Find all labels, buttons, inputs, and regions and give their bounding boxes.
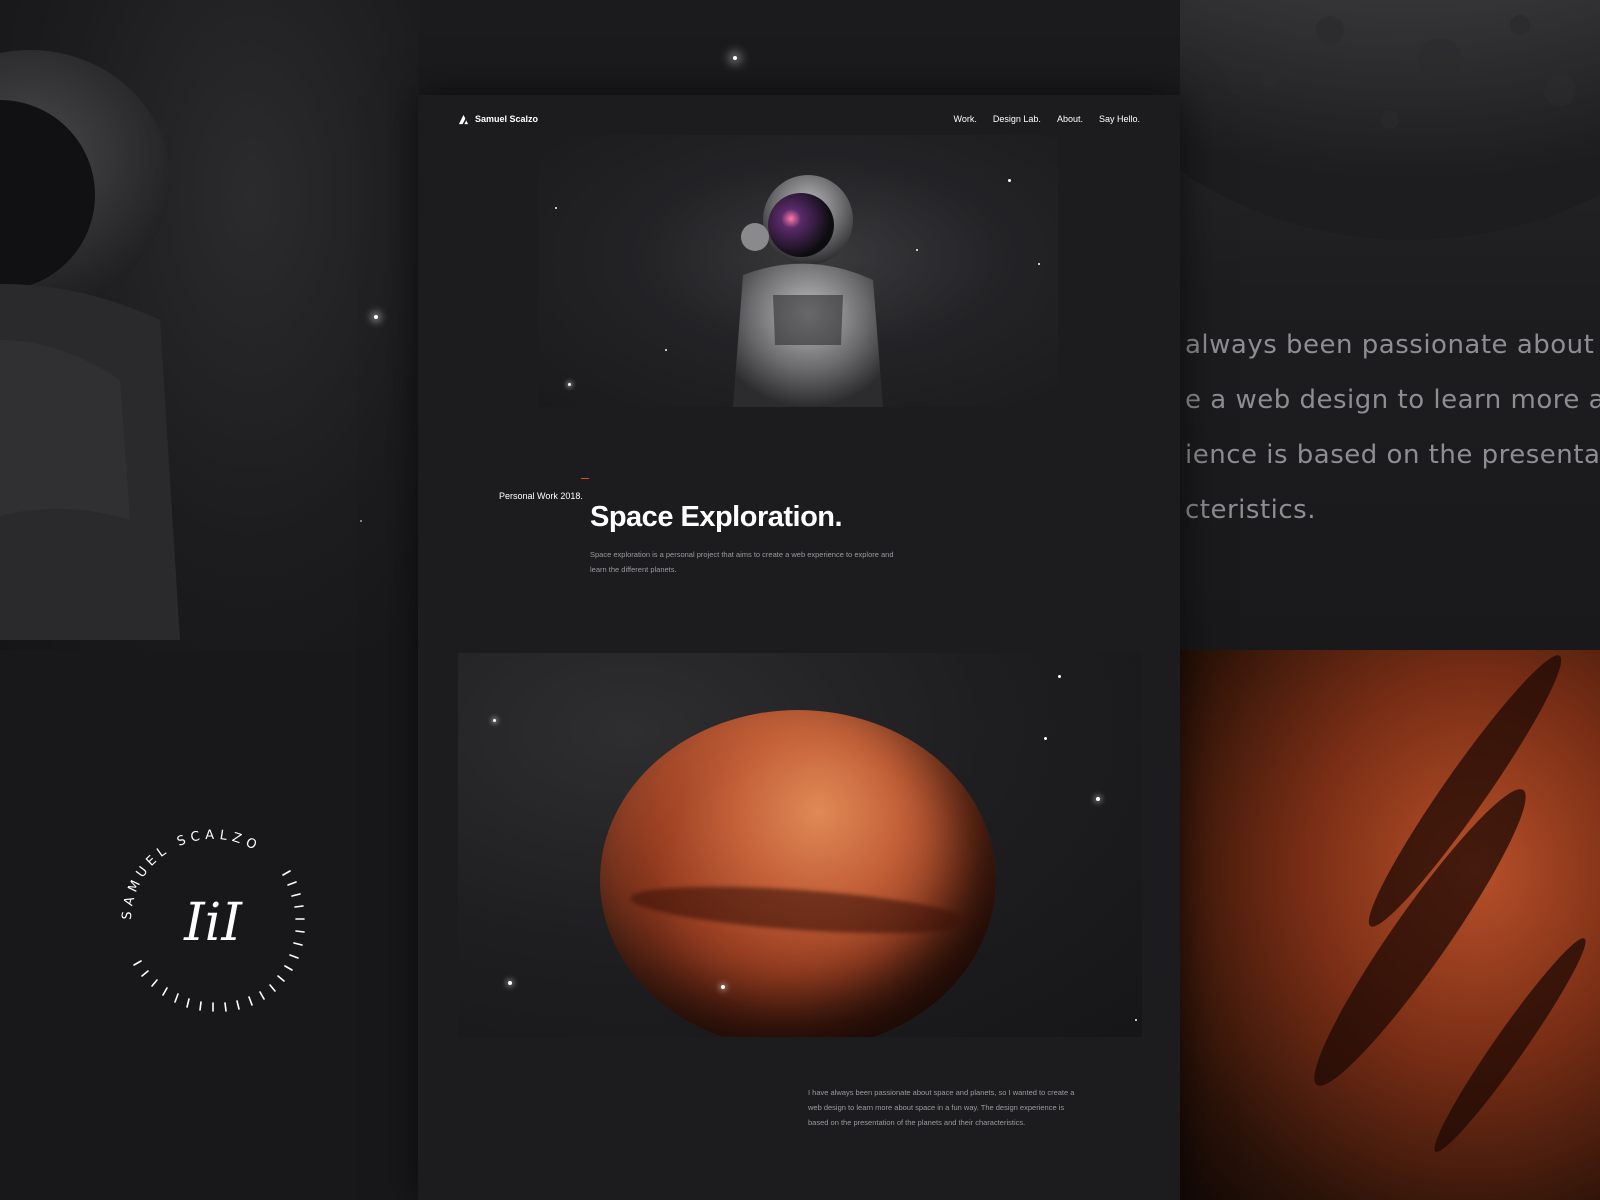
star xyxy=(508,981,512,985)
star xyxy=(568,383,571,386)
background-quote: always been passionate about e a web des… xyxy=(1185,318,1600,538)
nav-item-work[interactable]: Work. xyxy=(954,114,977,124)
top-navigation: Samuel Scalzo Work. Design Lab. About. S… xyxy=(458,107,1140,131)
backdrop-astronaut-panel xyxy=(0,0,418,650)
astronaut-silhouette-icon xyxy=(0,50,180,640)
brand[interactable]: Samuel Scalzo xyxy=(458,114,538,125)
mars-planet xyxy=(600,710,996,1037)
brand-logo-icon xyxy=(458,114,469,124)
star xyxy=(1058,675,1061,678)
star xyxy=(665,349,667,351)
story-text: I have always been passionate about spac… xyxy=(808,1088,1075,1127)
page-title: Space Exploration. xyxy=(590,501,843,533)
brand-name: Samuel Scalzo xyxy=(475,114,539,124)
star xyxy=(1008,179,1011,182)
website-page: Samuel Scalzo Work. Design Lab. About. S… xyxy=(418,95,1180,1200)
star xyxy=(374,315,378,319)
accent-line xyxy=(581,478,589,479)
nav-menu: Work. Design Lab. About. Say Hello. xyxy=(954,114,1140,124)
backdrop-mars-surface-panel xyxy=(1180,650,1600,1200)
project-eyebrow: Personal Work 2018. xyxy=(499,491,583,501)
star xyxy=(916,249,918,251)
moon-surface-icon xyxy=(1180,0,1600,240)
backdrop-top-strip xyxy=(418,0,1180,95)
quote-line: always been passionate about xyxy=(1185,330,1595,360)
star xyxy=(1044,737,1047,740)
quote-line: ience is based on the presentat xyxy=(1185,440,1600,470)
project-description: Space exploration is a personal project … xyxy=(590,550,894,574)
nav-item-say-hello[interactable]: Say Hello. xyxy=(1099,114,1140,124)
mars-image xyxy=(458,653,1142,1037)
star xyxy=(1038,263,1040,265)
badge-monogram: IiI xyxy=(183,893,243,953)
canyon-streak xyxy=(1423,929,1597,1161)
mars-canyon-band xyxy=(629,878,971,942)
logo-badge-icon: SAMUEL SCALZO IiI xyxy=(120,828,305,1012)
hero-astronaut-image xyxy=(538,135,1058,407)
star xyxy=(721,985,725,989)
nav-item-design-lab[interactable]: Design Lab. xyxy=(993,114,1041,124)
star xyxy=(360,520,362,522)
star xyxy=(1096,797,1100,801)
nav-item-about[interactable]: About. xyxy=(1057,114,1083,124)
quote-line: e a web design to learn more ab xyxy=(1185,385,1600,415)
astronaut-icon xyxy=(733,175,883,407)
star xyxy=(555,207,557,209)
star xyxy=(493,719,496,722)
star xyxy=(1135,1019,1137,1021)
quote-line: cteristics. xyxy=(1185,495,1316,525)
star xyxy=(733,56,737,60)
